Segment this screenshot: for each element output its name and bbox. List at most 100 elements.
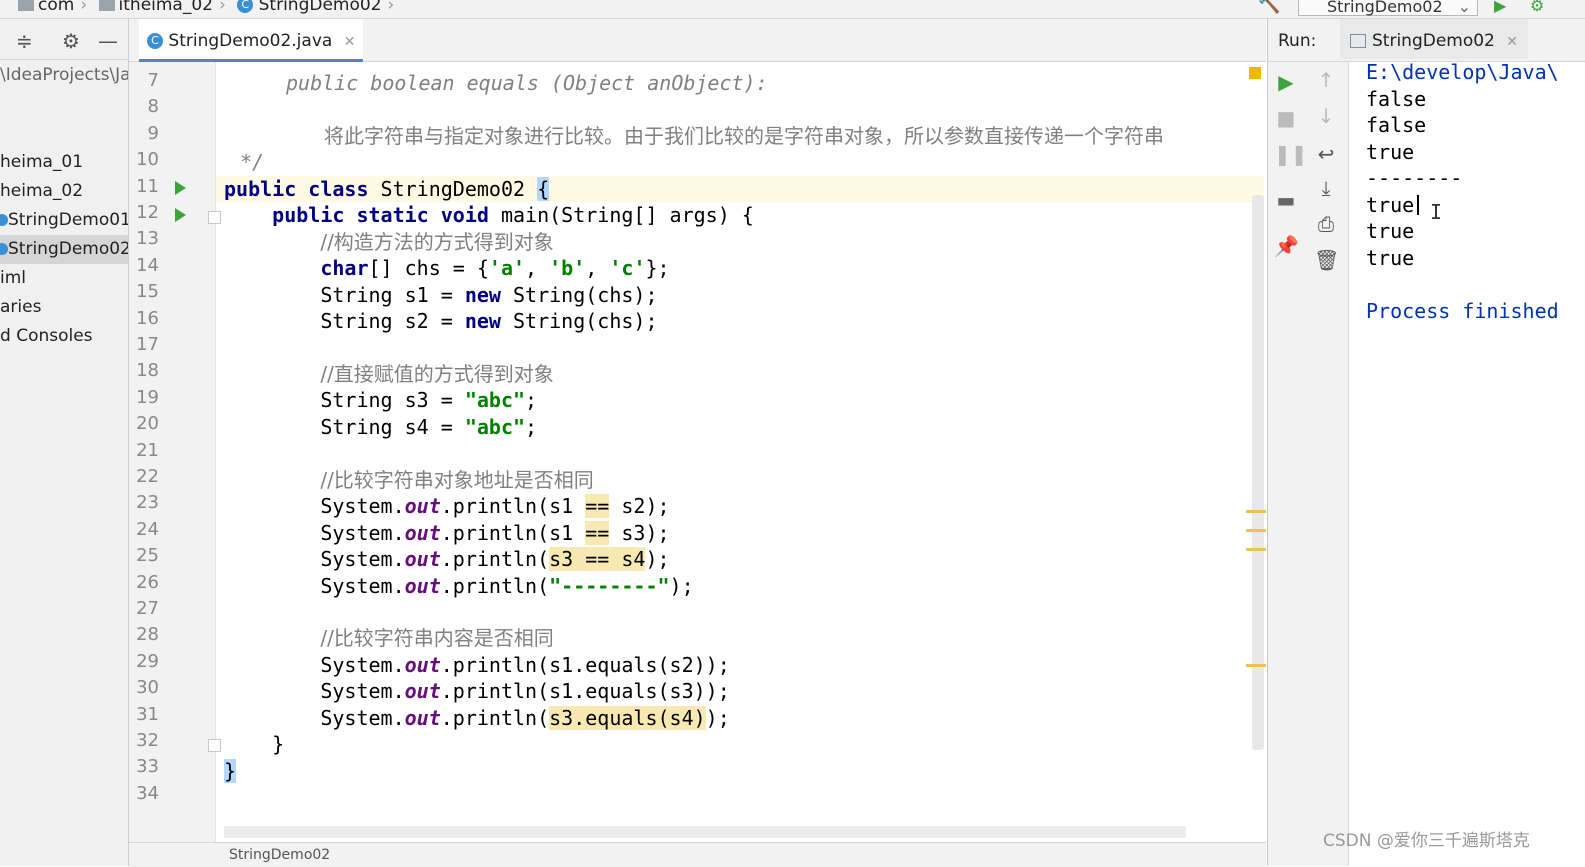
tree-item[interactable]: d Consoles: [0, 322, 128, 351]
watermark: CSDN @爱你三千遍斯塔克: [1323, 831, 1530, 851]
editor-breadcrumb-label: StringDemo02: [229, 847, 331, 863]
trash-icon[interactable]: 🗑: [1314, 248, 1339, 272]
code-line: String s3 = "abc";: [224, 388, 538, 412]
tree-item[interactable]: StringDemo01: [0, 206, 128, 235]
code-line: //直接赋值的方式得到对象: [224, 361, 554, 387]
breadcrumb-item[interactable]: StringDemo02: [259, 0, 382, 15]
code-line: System.out.println(s1.equals(s3));: [224, 679, 730, 703]
line-number: 12: [136, 202, 159, 223]
close-icon[interactable]: ✕: [344, 34, 356, 50]
text-caret: [1417, 195, 1419, 215]
code-line: System.out.println(s1 == s3);: [224, 521, 670, 545]
gear-icon[interactable]: ⚙: [62, 29, 80, 53]
line-number: 13: [136, 228, 159, 250]
error-stripe-marker[interactable]: [1246, 510, 1266, 513]
line-number: 23: [136, 492, 159, 514]
console-line: false: [1366, 113, 1427, 137]
code-line: */: [240, 149, 264, 175]
line-number: 8: [147, 96, 159, 118]
breadcrumb-item[interactable]: itheima_02: [119, 0, 213, 15]
class-icon: C: [147, 33, 163, 49]
rerun-icon[interactable]: ▶: [1274, 70, 1298, 94]
class-icon: [0, 243, 8, 255]
layout-icon[interactable]: ▬: [1274, 188, 1298, 212]
code-line: //构造方法的方式得到对象: [224, 229, 553, 255]
editor-breadcrumb-bar: StringDemo02: [129, 842, 1266, 867]
editor-tab-bar: C StringDemo02.java ✕: [129, 19, 1266, 62]
console-icon: [1350, 34, 1366, 48]
code-line: //比较字符串内容是否相同: [224, 625, 554, 651]
code-line: String s2 = new String(chs);: [224, 309, 658, 333]
line-number: 17: [136, 334, 159, 355]
project-toolbar: ≑ ⚙ —: [0, 23, 128, 60]
print-icon[interactable]: ⎙: [1314, 212, 1338, 236]
scroll-to-end-icon[interactable]: ⤓: [1314, 176, 1338, 200]
run-class-icon[interactable]: [175, 181, 186, 195]
line-number: 30: [136, 677, 159, 699]
pin-icon[interactable]: 📌: [1274, 234, 1299, 258]
arrow-down-icon[interactable]: ↓: [1314, 104, 1338, 128]
soft-wrap-icon[interactable]: ↩: [1314, 142, 1338, 166]
line-number: 7: [147, 70, 159, 91]
run-method-icon[interactable]: [175, 208, 186, 222]
tree-item[interactable]: heima_02: [0, 177, 128, 206]
console-line: true: [1366, 246, 1415, 270]
tree-item[interactable]: iml: [0, 264, 128, 293]
line-number: 14: [136, 254, 159, 276]
pause-icon[interactable]: ❚❚: [1274, 142, 1308, 166]
line-number: 9: [147, 122, 159, 144]
code-line: String s4 = "abc";: [224, 415, 538, 439]
text-cursor-icon: I: [1430, 200, 1443, 224]
line-number: 11: [136, 175, 159, 197]
run-configuration-select[interactable]: StringDemo02 ⌄: [1298, 0, 1478, 16]
line-number: 26: [136, 571, 159, 593]
warning-status-icon[interactable]: [1249, 67, 1261, 79]
code-line: }: [224, 732, 285, 756]
run-panel-header: Run: StringDemo02 ✕: [1267, 19, 1585, 62]
tree-item-label: StringDemo02: [8, 239, 129, 259]
error-stripe-marker[interactable]: [1246, 529, 1266, 532]
tree-item[interactable]: aries: [0, 293, 128, 322]
javadoc-end: */: [240, 150, 265, 174]
line-number: 25: [136, 545, 159, 567]
error-stripe-marker[interactable]: [1246, 664, 1266, 667]
line-number: 24: [136, 518, 159, 540]
build-hammer-icon[interactable]: 🔨: [1258, 0, 1280, 15]
console-output[interactable]: E:\develop\Java\ false false true ------…: [1366, 62, 1585, 866]
tree-item[interactable]: heima_01: [0, 148, 128, 177]
hide-panel-icon[interactable]: —: [98, 29, 118, 53]
editor-horizontal-scrollbar[interactable]: [224, 826, 1186, 838]
folder-icon: [18, 0, 34, 11]
code-line: char[] chs = {'a', 'b', 'c'};: [320, 256, 670, 280]
breadcrumb-item[interactable]: com: [38, 0, 74, 15]
arrow-up-icon[interactable]: ↑: [1314, 68, 1338, 92]
tree-item-label: aries: [0, 297, 42, 317]
debug-icon[interactable]: ⚙: [1530, 0, 1544, 15]
editor-tab[interactable]: C StringDemo02.java ✕: [139, 19, 364, 62]
line-number: 34: [136, 782, 159, 804]
tree-item-label: StringDemo01: [8, 210, 129, 230]
close-icon[interactable]: ✕: [1506, 34, 1518, 50]
run-tab[interactable]: StringDemo02 ✕: [1340, 19, 1529, 59]
tree-item-label: heima_02: [0, 181, 84, 201]
code-comment: //直接赋值的方式得到对象: [320, 362, 554, 386]
code-editor[interactable]: public boolean equals (Object anObject):…: [216, 62, 1266, 852]
line-number: 20: [136, 413, 159, 435]
error-stripe-marker[interactable]: [1246, 548, 1266, 551]
stop-icon[interactable]: ■: [1274, 106, 1298, 130]
code-line: System.out.println(s3 == s4);: [224, 547, 670, 571]
console-line: true: [1366, 140, 1415, 164]
line-number: 28: [136, 624, 159, 646]
run-icon[interactable]: ▶: [1494, 0, 1506, 15]
project-path: \IdeaProjects\Ja: [0, 65, 129, 85]
code-line: //比较字符串对象地址是否相同: [224, 467, 593, 493]
code-line: System.out.println(s1.equals(s2));: [224, 653, 730, 677]
class-icon: C: [237, 0, 254, 13]
console-line: true: [1366, 219, 1415, 243]
collapse-all-icon[interactable]: ≑: [16, 29, 33, 53]
code-comment: //比较字符串内容是否相同: [320, 626, 554, 650]
line-number: 29: [136, 650, 159, 672]
run-toolbar: ▶ ■ ❚❚ ▬ 📌 ↑ ↓ ↩ ⤓ ⎙ 🗑: [1267, 62, 1349, 866]
tree-item-selected[interactable]: StringDemo02: [0, 235, 128, 264]
line-number: 31: [136, 703, 159, 725]
